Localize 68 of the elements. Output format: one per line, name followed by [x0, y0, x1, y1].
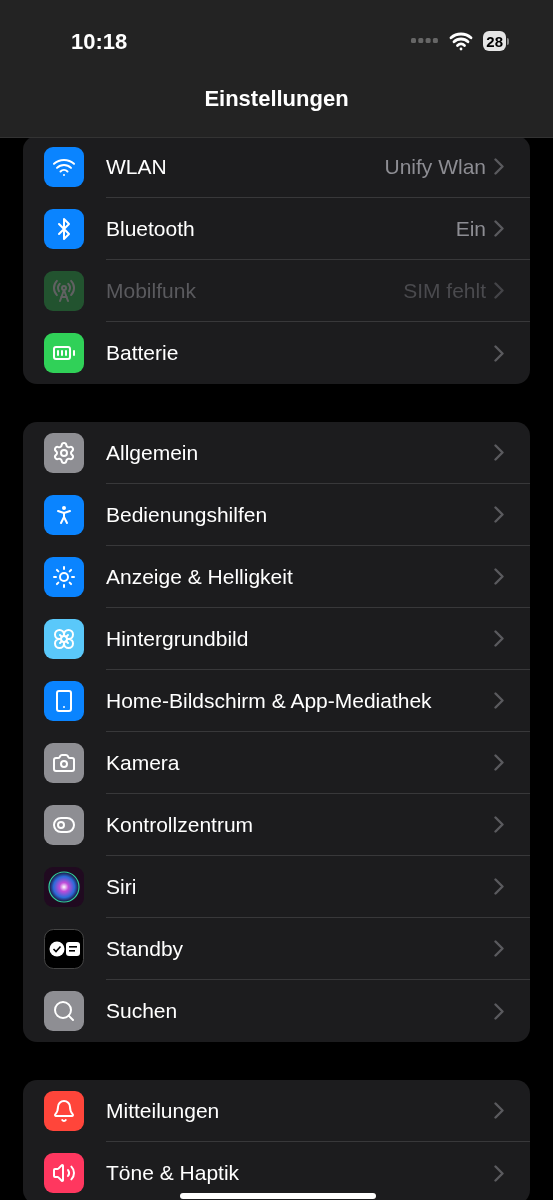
- settings-row[interactable]: Siri: [23, 856, 530, 918]
- accessibility-icon: [44, 495, 84, 535]
- row-label: Kontrollzentrum: [106, 811, 255, 838]
- status-time: 10:18: [71, 27, 128, 56]
- bluetooth-icon: [44, 209, 84, 249]
- chevron-icon: [494, 692, 504, 709]
- row-label: Anzeige & Helligkeit: [106, 563, 294, 590]
- clock-widget-icon: [44, 929, 84, 969]
- row-label: Mobilfunk: [106, 277, 197, 304]
- row-label: WLAN: [106, 153, 168, 180]
- chevron-icon: [494, 568, 504, 585]
- row-label: Bluetooth: [106, 215, 196, 242]
- battery-indicator: 28: [483, 31, 509, 51]
- settings-row[interactable]: Hintergrundbild: [23, 608, 530, 670]
- chevron-icon: [494, 282, 504, 299]
- row-label: Allgemein: [106, 439, 200, 466]
- settings-row[interactable]: Suchen: [23, 980, 530, 1042]
- chevron-icon: [494, 444, 504, 461]
- chevron-icon: [494, 344, 504, 362]
- row-label: Mitteilungen: [106, 1097, 221, 1124]
- sun-icon: [44, 557, 84, 597]
- row-label: Töne & Haptik: [106, 1160, 241, 1187]
- row-label: Batterie: [106, 340, 180, 367]
- row-label: Hintergrundbild: [106, 625, 250, 652]
- speaker-icon: [44, 1153, 84, 1193]
- chevron-icon: [494, 158, 504, 175]
- settings-row[interactable]: Standby: [23, 918, 530, 980]
- camera-icon: [44, 743, 84, 783]
- chevron-icon: [494, 940, 504, 957]
- chevron-icon: [494, 506, 504, 523]
- battery-icon: [44, 333, 84, 373]
- phone-icon: [44, 681, 84, 721]
- settings-row[interactable]: Anzeige & Helligkeit: [23, 546, 530, 608]
- row-label: Kamera: [106, 749, 181, 776]
- chevron-icon: [494, 1002, 504, 1020]
- settings-row[interactable]: Bluetooth Ein: [23, 198, 530, 260]
- row-label: Standby: [106, 935, 185, 962]
- chevron-icon: [494, 630, 504, 647]
- chevron-icon: [494, 220, 504, 237]
- signal-icon: [411, 38, 440, 44]
- row-label: Bedienungshilfen: [106, 501, 269, 528]
- settings-row[interactable]: Kamera: [23, 732, 530, 794]
- chevron-icon: [494, 816, 504, 833]
- settings-row[interactable]: Kontrollzentrum: [23, 794, 530, 856]
- flower-icon: [44, 619, 84, 659]
- settings-row[interactable]: Bedienungshilfen: [23, 484, 530, 546]
- bell-icon: [44, 1091, 84, 1131]
- row-value: Unify Wlan: [384, 153, 486, 180]
- row-value: Ein: [455, 215, 486, 242]
- orb-icon: [44, 867, 84, 907]
- settings-row[interactable]: Batterie: [23, 322, 530, 384]
- toggle-icon: [44, 805, 84, 845]
- settings-row[interactable]: Home-Bildschirm & App-Mediathek: [23, 670, 530, 732]
- wifi-icon: [44, 147, 84, 187]
- search-icon: [44, 991, 84, 1031]
- chevron-icon: [494, 754, 504, 771]
- row-label: Siri: [106, 873, 138, 900]
- antenna-icon: [44, 271, 84, 311]
- settings-row[interactable]: Töne & Haptik: [23, 1142, 530, 1200]
- settings-row[interactable]: Allgemein: [23, 422, 530, 484]
- settings-row[interactable]: Mitteilungen: [23, 1080, 530, 1142]
- chevron-icon: [494, 1164, 504, 1182]
- chevron-icon: [494, 1102, 504, 1119]
- row-label: Home-Bildschirm & App-Mediathek: [106, 687, 433, 714]
- chevron-icon: [494, 878, 504, 895]
- page-title: Einstellungen: [204, 85, 349, 113]
- row-label: Suchen: [106, 998, 179, 1025]
- gear-icon: [44, 433, 84, 473]
